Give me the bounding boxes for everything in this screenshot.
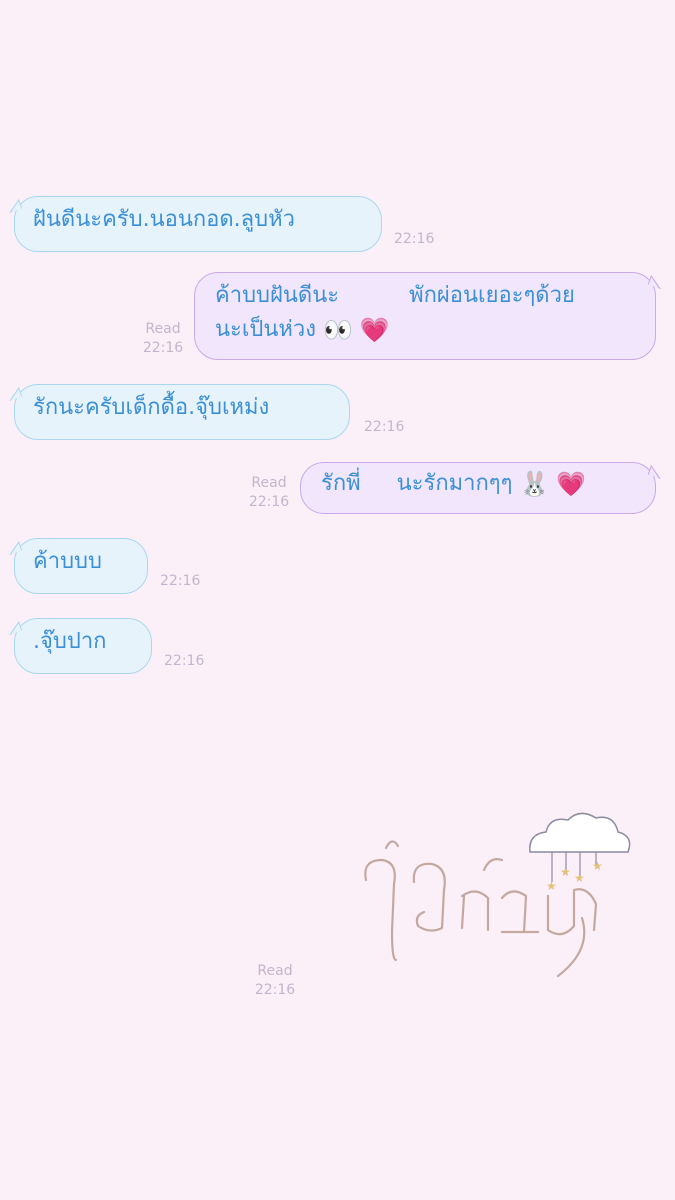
eyes-emoji-icon: 👀 — [322, 316, 353, 344]
read-receipt: Read 22:16 — [250, 962, 300, 1000]
svg-text:★: ★ — [546, 879, 557, 893]
message-text-part: พักผ่อนเยอะๆด้วย — [409, 283, 575, 308]
bubble-tail — [5, 540, 23, 556]
star-decorations: ★ ★ ★ ★ — [546, 859, 603, 893]
message-text: ฝันดีนะครับ.นอนกอด.ลูบหัว — [33, 207, 295, 232]
handwritten-sticker[interactable]: ★ ★ ★ ★ — [352, 800, 652, 980]
message-text: .จุ๊บปาก — [33, 629, 107, 654]
svg-text:★: ★ — [592, 859, 603, 873]
bubble-tail — [5, 198, 23, 214]
message-time: 22:16 — [394, 231, 435, 247]
cloud-icon — [529, 812, 631, 853]
message-text-part: นะรักมากๆๆ — [396, 471, 513, 496]
message-time: 22:16 — [248, 494, 290, 510]
handwriting-strokes — [364, 840, 598, 978]
message-text-part: รักพี่ — [321, 471, 361, 496]
bubble-tail — [5, 620, 23, 636]
svg-text:★: ★ — [560, 865, 571, 879]
message-time: 22:16 — [254, 982, 296, 998]
message-time: 22:16 — [364, 419, 405, 435]
message-time: 22:16 — [160, 573, 201, 589]
incoming-message-3[interactable]: รักนะครับเด็กดื้อ.จุ๊บเหม่ง — [5, 384, 350, 440]
incoming-message-6[interactable]: .จุ๊บปาก — [5, 618, 152, 674]
read-receipt: Read 22:16 — [138, 320, 188, 358]
outgoing-message-2[interactable]: ค้าบบฝันดีนะ พักผ่อนเยอะๆด้วย นะเป็นห่วง… — [194, 272, 665, 360]
message-time: 22:16 — [142, 340, 184, 356]
svg-text:★: ★ — [574, 871, 585, 885]
message-time: 22:16 — [164, 653, 205, 669]
incoming-message-1[interactable]: ฝันดีนะครับ.นอนกอด.ลูบหัว — [5, 196, 382, 252]
message-text: ค้าบบบ — [33, 549, 102, 574]
read-label: Read — [145, 321, 181, 337]
message-text: รักนะครับเด็กดื้อ.จุ๊บเหม่ง — [33, 395, 270, 420]
read-label: Read — [257, 963, 293, 979]
heart-emoji-icon: 💗 — [556, 470, 587, 498]
incoming-message-5[interactable]: ค้าบบบ — [5, 538, 148, 594]
bubble-tail — [647, 464, 665, 480]
outgoing-message-4[interactable]: รักพี่ นะรักมากๆๆ 🐰 💗 — [300, 462, 665, 514]
message-text-part: นะเป็นห่วง — [215, 317, 316, 342]
read-label: Read — [251, 475, 287, 491]
read-receipt: Read 22:16 — [244, 474, 294, 512]
bubble-tail — [5, 386, 23, 402]
rabbit-emoji-icon: 🐰 — [519, 470, 550, 498]
heart-emoji-icon: 💗 — [359, 316, 390, 344]
message-text-part: ค้าบบฝันดีนะ — [215, 283, 340, 308]
bubble-tail — [647, 274, 665, 290]
